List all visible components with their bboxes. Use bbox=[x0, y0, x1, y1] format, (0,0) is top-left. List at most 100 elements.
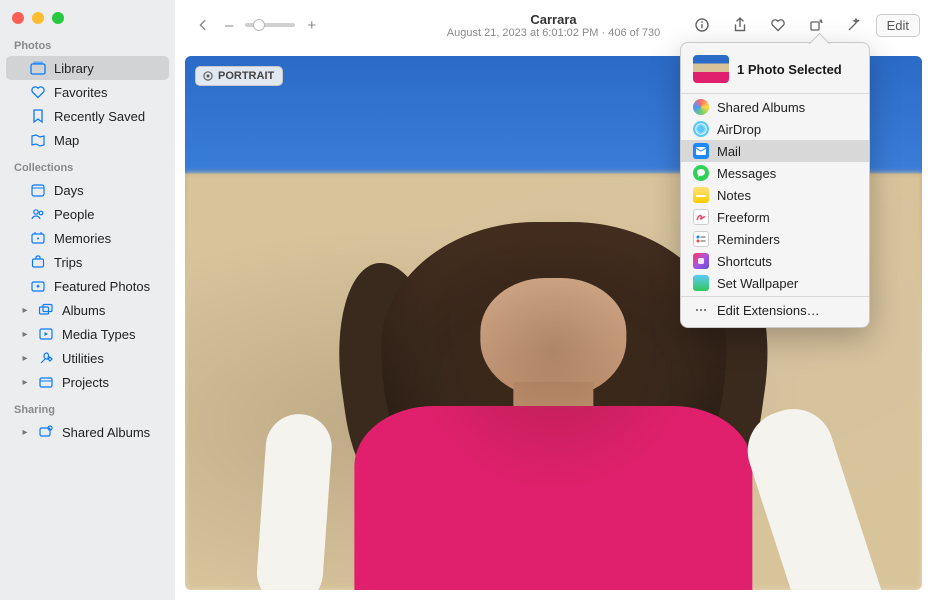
shortcuts-icon bbox=[693, 253, 709, 269]
minimize-window-button[interactable] bbox=[32, 12, 44, 24]
heart-icon bbox=[30, 84, 46, 100]
photo-title: Carrara bbox=[447, 12, 660, 27]
sidebar-item-albums[interactable]: ▸ Albums bbox=[6, 298, 169, 322]
media-types-icon bbox=[38, 326, 54, 342]
sidebar-item-label: Map bbox=[54, 133, 79, 148]
sidebar-item-days[interactable]: Days bbox=[6, 178, 169, 202]
extensions-icon bbox=[693, 302, 709, 318]
sidebar: Photos Library Favorites Recently Saved … bbox=[0, 0, 175, 600]
sidebar-item-label: Trips bbox=[54, 255, 82, 270]
share-item-shared-albums[interactable]: Shared Albums bbox=[681, 96, 869, 118]
sidebar-item-library[interactable]: Library bbox=[6, 56, 169, 80]
chevron-right-icon: ▸ bbox=[20, 305, 30, 316]
zoom-slider[interactable] bbox=[245, 23, 295, 27]
sidebar-item-label: Days bbox=[54, 183, 84, 198]
share-item-notes[interactable]: Notes bbox=[681, 184, 869, 206]
share-header-text: 1 Photo Selected bbox=[737, 62, 842, 77]
share-item-label: Mail bbox=[717, 144, 741, 159]
toolbar-title-block: Carrara August 21, 2023 at 6:01:02 PM · … bbox=[447, 12, 660, 39]
projects-icon bbox=[38, 374, 54, 390]
reminders-icon bbox=[693, 231, 709, 247]
auto-enhance-button[interactable] bbox=[838, 12, 870, 38]
sparkle-icon bbox=[30, 278, 46, 294]
sidebar-item-media-types[interactable]: ▸ Media Types bbox=[6, 322, 169, 346]
zoom-in-button[interactable]: + bbox=[307, 17, 316, 34]
sidebar-item-label: Shared Albums bbox=[62, 425, 150, 440]
zoom-window-button[interactable] bbox=[52, 12, 64, 24]
sidebar-section-collections: Collections bbox=[0, 152, 175, 178]
close-window-button[interactable] bbox=[12, 12, 24, 24]
share-item-label: AirDrop bbox=[717, 122, 761, 137]
chevron-right-icon: ▸ bbox=[20, 427, 30, 438]
share-item-edit-extensions[interactable]: Edit Extensions… bbox=[681, 299, 869, 321]
share-item-messages[interactable]: Messages bbox=[681, 162, 869, 184]
share-item-label: Reminders bbox=[717, 232, 780, 247]
share-item-label: Shared Albums bbox=[717, 100, 805, 115]
edit-button[interactable]: Edit bbox=[876, 14, 920, 37]
share-button[interactable] bbox=[724, 12, 756, 38]
sidebar-section-sharing: Sharing bbox=[0, 394, 175, 420]
sidebar-section-photos: Photos bbox=[0, 30, 175, 56]
share-item-label: Notes bbox=[717, 188, 751, 203]
sidebar-item-recently-saved[interactable]: Recently Saved bbox=[6, 104, 169, 128]
zoom-out-button[interactable]: – bbox=[225, 17, 233, 34]
share-item-label: Edit Extensions… bbox=[717, 303, 820, 318]
airdrop-icon bbox=[693, 121, 709, 137]
chevron-right-icon: ▸ bbox=[20, 353, 30, 364]
shared-albums-icon bbox=[38, 424, 54, 440]
sidebar-item-trips[interactable]: Trips bbox=[6, 250, 169, 274]
memories-icon bbox=[30, 230, 46, 246]
shared-albums-icon bbox=[693, 99, 709, 115]
freeform-icon bbox=[693, 209, 709, 225]
wallpaper-icon bbox=[693, 275, 709, 291]
sidebar-item-label: Featured Photos bbox=[54, 279, 150, 294]
sidebar-item-utilities[interactable]: ▸ Utilities bbox=[6, 346, 169, 370]
share-item-mail[interactable]: Mail bbox=[681, 140, 869, 162]
portrait-badge-label: PORTRAIT bbox=[218, 70, 274, 82]
sidebar-item-projects[interactable]: ▸ Projects bbox=[6, 370, 169, 394]
share-item-shortcuts[interactable]: Shortcuts bbox=[681, 250, 869, 272]
sidebar-item-label: Albums bbox=[62, 303, 105, 318]
sidebar-item-map[interactable]: Map bbox=[6, 128, 169, 152]
sidebar-item-label: Memories bbox=[54, 231, 111, 246]
share-item-label: Set Wallpaper bbox=[717, 276, 798, 291]
portrait-icon bbox=[202, 70, 214, 82]
sidebar-item-label: Library bbox=[54, 61, 94, 76]
share-item-label: Freeform bbox=[717, 210, 770, 225]
map-icon bbox=[30, 132, 46, 148]
portrait-badge: PORTRAIT bbox=[195, 66, 283, 86]
share-item-reminders[interactable]: Reminders bbox=[681, 228, 869, 250]
share-thumbnail bbox=[693, 55, 729, 83]
favorite-button[interactable] bbox=[762, 12, 794, 38]
share-item-set-wallpaper[interactable]: Set Wallpaper bbox=[681, 272, 869, 294]
sidebar-item-label: Media Types bbox=[62, 327, 135, 342]
share-item-airdrop[interactable]: AirDrop bbox=[681, 118, 869, 140]
sidebar-item-featured-photos[interactable]: Featured Photos bbox=[6, 274, 169, 298]
sidebar-item-label: Favorites bbox=[54, 85, 107, 100]
mail-icon bbox=[693, 143, 709, 159]
rotate-button[interactable] bbox=[800, 12, 832, 38]
sidebar-item-shared-albums[interactable]: ▸ Shared Albums bbox=[6, 420, 169, 444]
back-button[interactable] bbox=[187, 12, 219, 38]
chevron-right-icon: ▸ bbox=[20, 377, 30, 388]
photo-subtitle: August 21, 2023 at 6:01:02 PM · 406 of 7… bbox=[447, 27, 660, 39]
sidebar-item-label: Projects bbox=[62, 375, 109, 390]
share-item-label: Messages bbox=[717, 166, 776, 181]
suitcase-icon bbox=[30, 254, 46, 270]
sidebar-item-memories[interactable]: Memories bbox=[6, 226, 169, 250]
main-content: – + Carrara August 21, 2023 at 6:01:02 P… bbox=[175, 0, 932, 600]
share-popover-header: 1 Photo Selected bbox=[681, 49, 869, 91]
sidebar-item-label: Utilities bbox=[62, 351, 104, 366]
albums-icon bbox=[38, 302, 54, 318]
share-item-freeform[interactable]: Freeform bbox=[681, 206, 869, 228]
sidebar-item-favorites[interactable]: Favorites bbox=[6, 80, 169, 104]
people-icon bbox=[30, 206, 46, 222]
bookmark-icon bbox=[30, 108, 46, 124]
info-button[interactable] bbox=[686, 12, 718, 38]
calendar-icon bbox=[30, 182, 46, 198]
share-popover: 1 Photo Selected Shared Albums AirDrop M… bbox=[680, 42, 870, 328]
sidebar-item-people[interactable]: People bbox=[6, 202, 169, 226]
share-item-label: Shortcuts bbox=[717, 254, 772, 269]
utilities-icon bbox=[38, 350, 54, 366]
chevron-right-icon: ▸ bbox=[20, 329, 30, 340]
